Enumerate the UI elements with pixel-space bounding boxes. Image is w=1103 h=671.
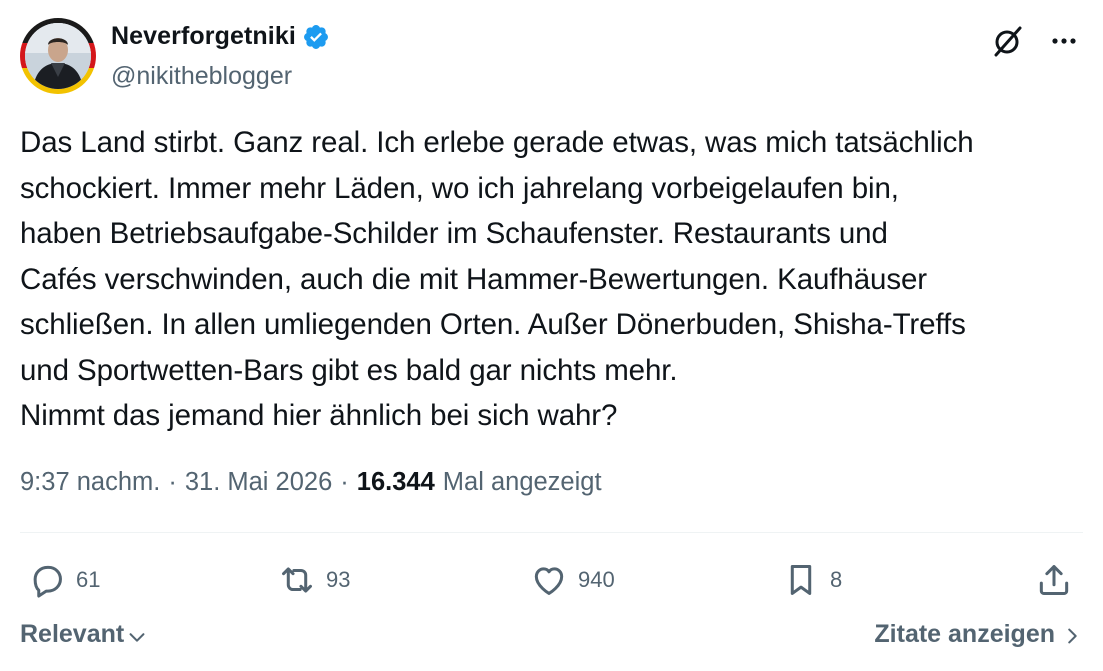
share-icon — [1039, 565, 1069, 595]
heart-icon — [534, 567, 564, 595]
view-quotes-label: Zitate anzeigen — [874, 620, 1055, 648]
meta-separator: · — [340, 468, 349, 496]
reply-icon — [33, 565, 62, 598]
reply-button[interactable]: 61 — [28, 556, 100, 604]
repost-icon — [282, 567, 312, 593]
display-name-row: Neverforgetniki — [111, 22, 330, 51]
view-count-label: Mal angezeigt — [442, 468, 602, 496]
sort-dropdown[interactable]: Relevant — [20, 620, 148, 649]
chevron-right-icon — [1068, 628, 1077, 644]
tweet-header: Neverforgetniki @nikitheblogger — [20, 18, 1083, 98]
avatar-photo — [25, 23, 91, 89]
sort-label: Relevant — [20, 620, 125, 648]
bookmark-count: 8 — [830, 567, 843, 592]
replies-footer: Relevant Zitate anzeigen — [20, 620, 1083, 660]
more-icon[interactable] — [1049, 26, 1079, 56]
like-count: 940 — [578, 567, 615, 592]
share-button[interactable] — [1035, 556, 1073, 604]
like-button[interactable]: 940 — [530, 556, 615, 604]
view-quotes-link[interactable]: Zitate anzeigen — [874, 620, 1083, 649]
bookmark-icon — [790, 565, 812, 595]
tweet-time[interactable]: 9:37 nachm. — [20, 468, 160, 497]
verified-badge-icon — [303, 24, 328, 49]
reply-count: 61 — [76, 567, 101, 592]
meta-separator: · — [168, 468, 177, 496]
view-count: 16.344 — [356, 468, 435, 496]
grok-icon[interactable] — [991, 24, 1025, 58]
action-bar: 61 93 940 8 — [20, 556, 1083, 604]
display-name[interactable]: Neverforgetniki — [111, 22, 296, 51]
avatar[interactable] — [20, 18, 96, 94]
tweet-date[interactable]: 31. Mai 2026 — [185, 468, 332, 497]
chevron-down-icon — [129, 632, 145, 642]
user-handle[interactable]: @nikitheblogger — [111, 62, 292, 91]
repost-count: 93 — [326, 567, 351, 592]
repost-button[interactable]: 93 — [278, 556, 350, 604]
bookmark-button[interactable]: 8 — [782, 556, 842, 604]
divider — [20, 532, 1083, 533]
tweet-meta: 9:37 nachm. · 31. Mai 2026 · 16.344 Mal … — [20, 468, 602, 497]
tweet-text: Das Land stirbt. Ganz real. Ich erlebe g… — [20, 126, 974, 432]
